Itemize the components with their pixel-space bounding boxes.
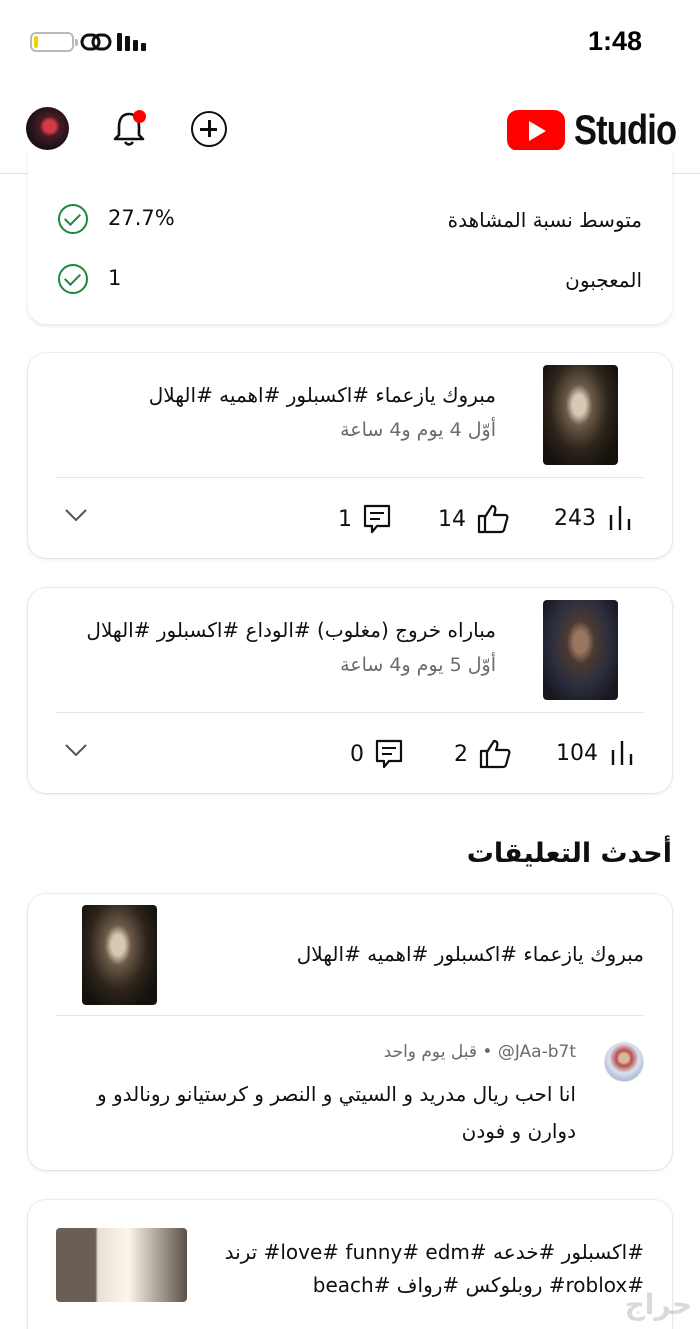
divider: [56, 712, 644, 713]
metric-value: 27.7%: [108, 206, 175, 230]
video-thumbnail[interactable]: [56, 1228, 187, 1302]
comments-stat[interactable]: 0: [350, 738, 404, 770]
video-card[interactable]: مبروك يازعماء #اكسبلور #اهميه #الهلال أو…: [28, 353, 672, 558]
divider: [56, 477, 644, 478]
divider: [56, 1015, 644, 1016]
video-thumbnail[interactable]: [543, 365, 618, 465]
comment-text: انا احب ريال مدريد و السيتي و النصر و كر…: [96, 1082, 576, 1143]
create-icon[interactable]: [191, 111, 227, 147]
video-age: أوّل 5 يوم و4 ساعة: [340, 654, 496, 676]
account-avatar[interactable]: [26, 107, 69, 150]
comment-time: قبل يوم واحد: [383, 1042, 477, 1062]
comment-author[interactable]: @JAa-b7t: [498, 1042, 576, 1062]
comments-count: 1: [338, 506, 352, 532]
check-icon: [58, 264, 88, 294]
signal-icon: [117, 33, 146, 51]
logo-text: Studio: [574, 106, 677, 153]
youtube-logo-icon: [507, 109, 565, 151]
video-title[interactable]: #اكسبلور #خدعه #love# funny# edm# ترند #…: [225, 1236, 644, 1302]
notification-dot: [133, 110, 146, 123]
likes-stat[interactable]: 2: [454, 738, 512, 770]
views-count: 243: [554, 505, 596, 531]
comment-icon: [363, 504, 391, 534]
meta-separator: •: [482, 1042, 493, 1062]
comments-count: 0: [350, 741, 364, 767]
clock: 1:48: [587, 26, 642, 56]
analytics-bars-icon: [609, 506, 631, 530]
commenter-avatar[interactable]: [604, 1042, 644, 1082]
comment-meta: @JAa-b7t • قبل يوم واحد: [384, 1042, 576, 1062]
views-stat[interactable]: 243: [554, 503, 636, 533]
watermark: حراج: [624, 1288, 692, 1321]
chevron-down-icon[interactable]: [64, 742, 88, 758]
youtube-studio-logo[interactable]: Studio: [507, 106, 677, 154]
comment-card[interactable]: #اكسبلور #خدعه #love# funny# edm# ترند #…: [28, 1200, 672, 1329]
chevron-down-icon[interactable]: [64, 507, 88, 523]
video-stats: 1 14 243: [28, 499, 672, 539]
comments-stat[interactable]: 1: [338, 503, 392, 535]
battery-level: [34, 36, 38, 48]
metric-row-avg-view: 27.7% متوسط نسبة المشاهدة: [28, 204, 672, 244]
check-icon: [58, 204, 88, 234]
metric-value: 1: [108, 266, 122, 290]
comment-card[interactable]: مبروك يازعماء #اكسبلور #اهميه #الهلال @J…: [28, 894, 672, 1170]
video-age: أوّل 4 يوم و4 ساعة: [340, 419, 496, 441]
likes-stat[interactable]: 14: [438, 503, 510, 535]
status-bar: 1:48: [0, 0, 700, 80]
video-title-line: #اكسبلور #خدعه #love# funny# edm# ترند: [224, 1240, 644, 1264]
video-thumbnail[interactable]: [543, 600, 618, 700]
thumbs-up-icon: [477, 504, 509, 534]
video-title[interactable]: مباراه خروج (مغلوب) #الوداع #اكسبلور #ال…: [86, 618, 496, 642]
video-title-line: #roblox# روبلوكس #رواف #beach: [312, 1273, 644, 1297]
video-thumbnail[interactable]: [82, 905, 157, 1005]
comment-icon: [375, 739, 403, 769]
video-stats: 0 2 104: [28, 734, 672, 774]
battery-icon: [30, 32, 78, 52]
analytics-bars-icon: [611, 741, 633, 765]
views-stat[interactable]: 104: [556, 738, 638, 768]
likes-count: 2: [454, 741, 468, 767]
comment-video-title[interactable]: مبروك يازعماء #اكسبلور #اهميه #الهلال: [297, 942, 644, 966]
link-icon: [80, 33, 112, 51]
views-count: 104: [556, 740, 598, 766]
likes-count: 14: [438, 506, 466, 532]
metrics-card: 27.7% متوسط نسبة المشاهدة 1 المعجبون: [28, 150, 672, 324]
video-title[interactable]: مبروك يازعماء #اكسبلور #اهميه #الهلال: [149, 383, 496, 407]
video-card[interactable]: مباراه خروج (مغلوب) #الوداع #اكسبلور #ال…: [28, 588, 672, 793]
metric-label: متوسط نسبة المشاهدة: [447, 208, 642, 232]
section-title-latest-comments: أحدث التعليقات: [466, 838, 672, 869]
metric-label: المعجبون: [565, 268, 642, 292]
metric-row-fans: 1 المعجبون: [28, 264, 672, 304]
thumbs-up-icon: [479, 739, 511, 769]
